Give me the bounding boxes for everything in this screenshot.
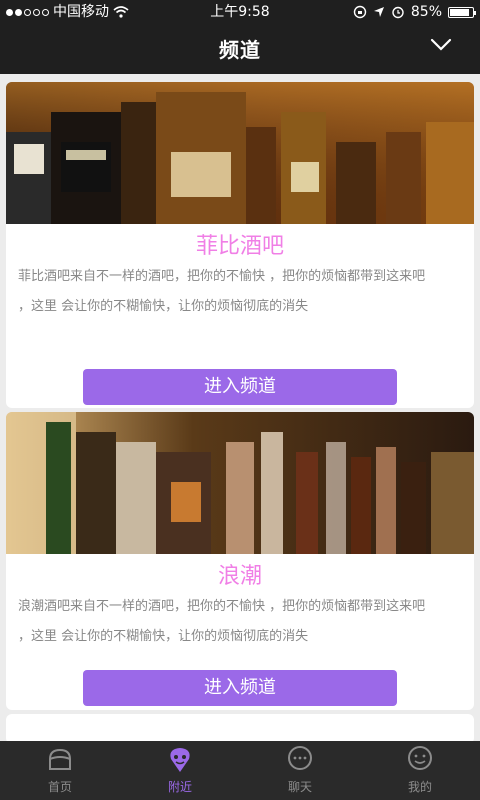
tab-mine[interactable]: 我的 bbox=[360, 741, 480, 800]
channel-card: 菲比酒吧 菲比酒吧来自不一样的酒吧，把你的不愉快 ，把你的烦恼都带到这来吧 ，这… bbox=[6, 82, 474, 408]
tab-nearby[interactable]: 附近 bbox=[120, 741, 240, 800]
battery-icon bbox=[448, 6, 476, 18]
tab-label: 我的 bbox=[407, 780, 432, 794]
top-bar: 中国移动 上午9:58 85% 频道 bbox=[0, 0, 480, 74]
tab-label: 聊天 bbox=[287, 780, 312, 794]
rotation-lock-icon bbox=[353, 5, 367, 19]
channel-photo bbox=[6, 412, 474, 554]
channel-title: 浪潮 bbox=[217, 564, 262, 589]
chat-bubble-icon bbox=[288, 746, 312, 770]
tab-label: 附近 bbox=[167, 780, 192, 794]
channel-photo bbox=[6, 82, 474, 224]
tab-label: 首页 bbox=[47, 780, 72, 794]
enter-channel-button[interactable]: 进入频道 bbox=[83, 670, 397, 706]
channel-description: 浪潮酒吧来自不一样的酒吧，把你的不愉快 ，把你的烦恼都带到这来吧 ，这里 会让你… bbox=[6, 592, 474, 652]
chevron-down-icon[interactable] bbox=[430, 38, 452, 52]
battery-percent: 85% bbox=[410, 4, 442, 20]
channel-title: 菲比酒吧 bbox=[195, 234, 284, 259]
channel-card: 浪潮 浪潮酒吧来自不一样的酒吧，把你的不愉快 ，把你的烦恼都带到这来吧 ，这里 … bbox=[6, 412, 474, 710]
channel-description-line: 菲比酒吧来自不一样的酒吧，把你的不愉快 ，把你的烦恼都带到这来吧 bbox=[18, 269, 426, 284]
channel-description-line: ，这里 会让你的不糊愉快，让你的烦恼彻底的消失 bbox=[18, 299, 309, 314]
location-pin-icon bbox=[170, 748, 190, 772]
channel-description-line: 浪潮酒吧来自不一样的酒吧，把你的不愉快 ，把你的烦恼都带到这来吧 bbox=[18, 599, 426, 614]
page-title: 频道 bbox=[219, 38, 261, 62]
status-bar: 中国移动 上午9:58 85% bbox=[0, 0, 480, 24]
enter-channel-button[interactable]: 进入频道 bbox=[83, 369, 397, 405]
tab-chat[interactable]: 聊天 bbox=[240, 741, 360, 800]
alarm-icon bbox=[392, 6, 404, 19]
channel-description-line: ，这里 会让你的不糊愉快，让你的烦恼彻底的消失 bbox=[18, 629, 309, 644]
profile-bubble-icon bbox=[408, 746, 432, 770]
channel-description: 菲比酒吧来自不一样的酒吧，把你的不愉快 ，把你的烦恼都带到这来吧 ，这里 会让你… bbox=[6, 262, 474, 322]
bottom-tab-bar: 首页 附近 聊天 我的 bbox=[0, 741, 480, 800]
channel-card bbox=[6, 714, 474, 744]
home-icon bbox=[49, 748, 71, 770]
location-arrow-icon bbox=[373, 7, 384, 17]
tab-home[interactable]: 首页 bbox=[0, 741, 120, 800]
